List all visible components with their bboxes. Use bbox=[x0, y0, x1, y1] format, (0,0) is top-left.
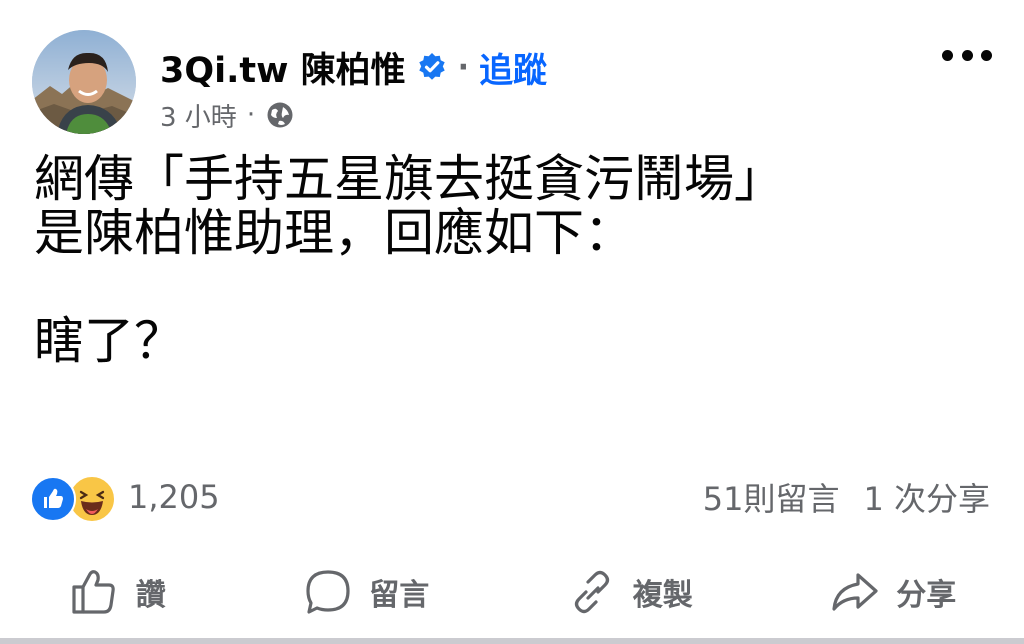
like-icon bbox=[68, 565, 122, 619]
comment-label: 留言 bbox=[369, 578, 430, 613]
reaction-summary[interactable]: 1,205 bbox=[30, 473, 220, 523]
separator-dot: · bbox=[457, 49, 470, 85]
author-avatar[interactable] bbox=[32, 30, 136, 134]
author-name[interactable]: 3Qi.tw 陳柏惟 bbox=[160, 42, 406, 93]
comment-button[interactable]: 留言 bbox=[281, 565, 449, 619]
follow-button[interactable]: 追蹤 bbox=[479, 43, 547, 92]
post-timestamp[interactable]: 3 小時 bbox=[160, 97, 237, 134]
more-options-dot bbox=[961, 49, 973, 61]
comment-bubble-icon bbox=[301, 565, 355, 619]
author-row: 3Qi.tw 陳柏惟 · 追蹤 bbox=[160, 42, 547, 92]
post-text: 網傳「手持五星旗去挺貪污鬧場」 是陳柏惟助理，回應如下： 瞎了？ bbox=[34, 150, 784, 370]
share-label: 分享 bbox=[896, 578, 957, 613]
verified-badge-icon bbox=[416, 51, 448, 83]
more-options-button[interactable] bbox=[942, 42, 992, 68]
comment-count[interactable]: 51則留言 bbox=[703, 474, 840, 520]
facebook-post: 3Qi.tw 陳柏惟 · 追蹤 3 小時 · 網傳「手持五星旗去挺貪污鬧場」 是… bbox=[0, 0, 1024, 644]
copy-link-button[interactable]: 複製 bbox=[545, 565, 713, 619]
reaction-icons bbox=[30, 474, 118, 523]
avatar-photo bbox=[32, 30, 136, 134]
globe-icon bbox=[265, 100, 295, 130]
bottom-divider bbox=[0, 638, 1024, 644]
like-label: 讚 bbox=[135, 578, 166, 613]
post-action-bar: 讚 留言 複製 分享 bbox=[0, 556, 1024, 628]
reaction-count: 1,205 bbox=[128, 478, 220, 516]
share-arrow-icon bbox=[828, 565, 882, 619]
like-icon bbox=[30, 476, 76, 522]
engagement-stats: 51則留言 1 次分享 bbox=[703, 473, 990, 521]
share-count[interactable]: 1 次分享 bbox=[863, 474, 990, 520]
like-button[interactable]: 讚 bbox=[48, 565, 186, 619]
copy-label: 複製 bbox=[632, 578, 693, 613]
more-options-dot bbox=[981, 49, 992, 61]
link-icon bbox=[565, 565, 619, 619]
share-button[interactable]: 分享 bbox=[808, 565, 976, 619]
meta-separator: · bbox=[246, 100, 256, 130]
post-meta: 3 小時 · bbox=[160, 95, 295, 135]
more-options-icon bbox=[942, 49, 953, 61]
